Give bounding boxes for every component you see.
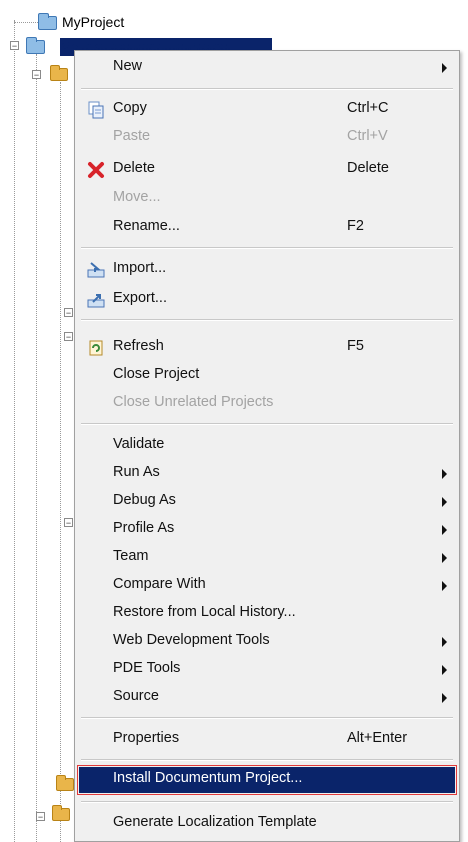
submenu-arrow-icon [442, 469, 447, 479]
menu-separator [81, 88, 453, 90]
menu-item-label: Profile As [113, 520, 175, 536]
menu-item-label: Generate Localization Template [113, 814, 317, 830]
menu-item-rename[interactable]: Rename... F2 [75, 215, 459, 241]
menu-item-label: Import... [113, 260, 167, 276]
menu-item-label: Export... [113, 290, 167, 306]
menu-item-pde-tools[interactable]: PDE Tools [75, 657, 459, 683]
menu-item-profile-as[interactable]: Profile As [75, 517, 459, 543]
menu-item-label: Web Development Tools [113, 632, 270, 648]
menu-item-new[interactable]: New [75, 55, 459, 81]
menu-item-generate-localization-template[interactable]: Generate Localization Template [75, 811, 459, 837]
menu-separator [81, 247, 453, 249]
collapse-expander[interactable]: − [64, 518, 73, 528]
menu-item-shortcut: Delete [347, 160, 389, 176]
menu-separator [81, 717, 453, 719]
menu-item-label: Debug As [113, 492, 176, 508]
menu-item-label: Team [113, 548, 149, 564]
context-menu: New Copy Ctrl+C Paste Ctrl+V Delete Dele… [74, 50, 460, 842]
menu-item-import[interactable]: Import... [75, 257, 459, 283]
menu-item-shortcut: F2 [347, 218, 364, 234]
folder-icon [52, 805, 70, 821]
collapse-expander[interactable]: − [32, 70, 41, 80]
menu-item-export[interactable]: Export... [75, 287, 459, 313]
menu-item-shortcut: F5 [347, 338, 364, 354]
menu-item-validate[interactable]: Validate [75, 433, 459, 459]
menu-item-run-as[interactable]: Run As [75, 461, 459, 487]
project-icon [26, 37, 45, 54]
menu-item-delete[interactable]: Delete Delete [75, 157, 459, 183]
tree-guide-line [60, 82, 61, 842]
menu-item-copy[interactable]: Copy Ctrl+C [75, 97, 459, 123]
menu-item-label: Paste [113, 128, 151, 144]
menu-item-debug-as[interactable]: Debug As [75, 489, 459, 515]
menu-item-close-unrelated-projects[interactable]: Close Unrelated Projects [75, 391, 459, 417]
collapse-expander[interactable]: − [64, 332, 73, 342]
project-folder-icon [38, 13, 57, 30]
tree-guide-line [14, 20, 15, 842]
menu-item-label: PDE Tools [113, 660, 181, 676]
menu-item-label: Compare With [113, 576, 206, 592]
refresh-icon [89, 340, 103, 356]
tree-guide-line [14, 22, 38, 23]
menu-item-team[interactable]: Team [75, 545, 459, 571]
menu-item-shortcut: Ctrl+V [347, 128, 388, 144]
menu-item-source[interactable]: Source [75, 685, 459, 711]
folder-icon [50, 65, 68, 81]
menu-item-web-development-tools[interactable]: Web Development Tools [75, 629, 459, 655]
import-icon [87, 262, 105, 278]
tree-guide-line [36, 54, 37, 842]
menu-item-label: Source [113, 688, 159, 704]
menu-separator [81, 319, 453, 321]
folder-icon [56, 775, 74, 791]
menu-item-label: Rename... [113, 218, 180, 234]
menu-item-move[interactable]: Move... [75, 186, 459, 212]
menu-item-paste[interactable]: Paste Ctrl+V [75, 125, 459, 151]
menu-item-properties[interactable]: Properties Alt+Enter [75, 727, 459, 753]
menu-item-label: Install Documentum Project... [113, 770, 303, 786]
submenu-arrow-icon [442, 553, 447, 563]
submenu-arrow-icon [442, 637, 447, 647]
submenu-arrow-icon [442, 63, 447, 73]
menu-separator [81, 423, 453, 425]
menu-item-install-documentum-project[interactable]: Install Documentum Project... [77, 765, 457, 795]
menu-item-label: Move... [113, 189, 161, 205]
menu-item-label: Close Unrelated Projects [113, 394, 274, 410]
menu-item-label: Validate [113, 436, 165, 452]
menu-separator [81, 801, 453, 803]
collapse-expander[interactable]: − [64, 308, 73, 318]
menu-item-label: Restore from Local History... [113, 604, 296, 620]
menu-item-close-project[interactable]: Close Project [75, 363, 459, 389]
delete-icon [88, 162, 104, 178]
menu-item-label: Close Project [113, 366, 200, 382]
menu-item-label: Delete [113, 160, 155, 176]
menu-item-label: New [113, 58, 143, 74]
menu-item-label: Refresh [113, 338, 164, 354]
menu-item-refresh[interactable]: Refresh F5 [75, 335, 459, 361]
submenu-arrow-icon [442, 693, 447, 703]
collapse-expander[interactable]: − [10, 41, 19, 51]
submenu-arrow-icon [442, 581, 447, 591]
collapse-expander[interactable]: − [36, 812, 45, 822]
menu-item-shortcut: Alt+Enter [347, 730, 408, 746]
menu-separator [81, 759, 453, 761]
tree-root-label[interactable]: MyProject [62, 14, 124, 30]
submenu-arrow-icon [442, 525, 447, 535]
copy-icon [88, 101, 104, 119]
submenu-arrow-icon [442, 665, 447, 675]
export-icon [87, 294, 105, 308]
menu-item-shortcut: Ctrl+C [347, 100, 389, 116]
menu-item-label: Copy [113, 100, 147, 116]
menu-item-label: Run As [113, 464, 160, 480]
submenu-arrow-icon [442, 497, 447, 507]
menu-item-compare-with[interactable]: Compare With [75, 573, 459, 599]
menu-item-label: Properties [113, 730, 180, 746]
menu-item-restore-local-history[interactable]: Restore from Local History... [75, 601, 459, 627]
